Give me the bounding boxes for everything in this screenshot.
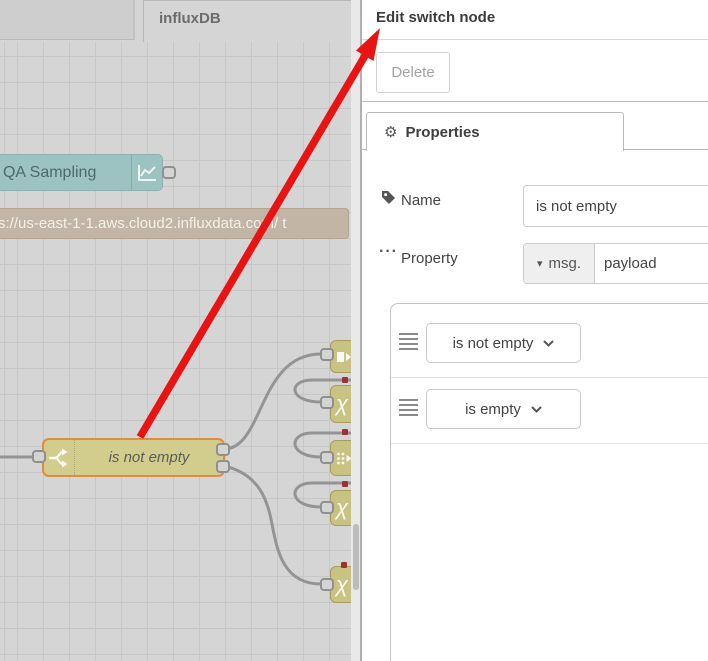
tab-label: influxDB: [159, 10, 221, 27]
tab-label: Properties: [405, 123, 480, 141]
switch-output-port-1[interactable]: [216, 443, 230, 456]
property-type-label: msg.: [548, 255, 582, 272]
tag-icon: [382, 191, 395, 204]
node-error-marker: [341, 562, 347, 568]
rule-divider: [391, 443, 708, 444]
side-node-5-input-port[interactable]: [320, 578, 334, 591]
scrollbar-thumb[interactable]: [352, 524, 359, 590]
tab-properties[interactable]: ⚙ Properties: [366, 112, 624, 151]
tray-header: Edit switch node: [362, 0, 708, 40]
node-error-marker: [342, 481, 348, 487]
rules-container: is not empty is empty: [390, 303, 708, 661]
node-influxdb[interactable]: s://us-east-1-1.aws.cloud2.influxdata.co…: [0, 208, 349, 239]
tray-title: Edit switch node: [376, 9, 496, 26]
property-typed-input: ▾ msg. payload: [523, 243, 708, 284]
rule-1-operator-select[interactable]: is not empty: [426, 323, 581, 363]
switch-input-port[interactable]: [32, 450, 46, 463]
chevron-down-icon: [543, 339, 555, 347]
workspace-tabbar: influxDB: [0, 0, 351, 42]
canvas-vertical-scrollbar[interactable]: [351, 0, 360, 661]
side-node-2-input-port[interactable]: [320, 396, 334, 409]
line-chart-icon: [131, 155, 162, 190]
switch-icon: [44, 440, 75, 475]
node-error-marker: [342, 377, 348, 383]
node-qa-sampling[interactable]: e QA Sampling: [0, 154, 163, 191]
chi-icon: χ: [336, 391, 349, 416]
node-label: s://us-east-1-1.aws.cloud2.influxdata.co…: [0, 215, 287, 232]
caret-down-icon: ▾: [536, 258, 543, 270]
chi-icon: χ: [336, 571, 349, 597]
rule-operator-label: is empty: [465, 400, 521, 418]
chi-icon: χ: [336, 495, 349, 520]
node-label: e QA Sampling: [0, 163, 97, 181]
gear-icon: ⚙: [384, 124, 398, 141]
side-node-1-input-port[interactable]: [320, 348, 334, 361]
drag-handle-icon[interactable]: [399, 333, 418, 353]
qa-sampling-output-port[interactable]: [162, 166, 176, 179]
node-switch-selected[interactable]: is not empty: [42, 438, 225, 477]
node-label: is not empty: [108, 449, 190, 466]
rule-operator-label: is not empty: [452, 334, 534, 352]
ellipsis-icon: ···: [379, 243, 398, 260]
canvas-grid: [0, 42, 351, 661]
name-input[interactable]: [523, 185, 708, 227]
edit-tray: Edit switch node Delete ⚙ Properties Nam…: [360, 0, 708, 661]
side-node-4-input-port[interactable]: [320, 501, 334, 514]
property-type-button[interactable]: ▾ msg.: [524, 244, 595, 283]
flow-canvas[interactable]: influxDB e QA Sampling s://us-east-1-1.a…: [0, 0, 351, 661]
node-red-editor: influxDB e QA Sampling s://us-east-1-1.a…: [0, 0, 708, 661]
tray-toolbar: Delete: [362, 41, 708, 102]
rule-divider: [391, 377, 708, 378]
workspace-tab-influxdb[interactable]: influxDB: [143, 0, 351, 42]
chevron-down-icon: [531, 405, 542, 413]
delete-button[interactable]: Delete: [376, 52, 450, 93]
property-field-label: Property: [401, 250, 458, 267]
switch-output-port-2[interactable]: [216, 460, 230, 473]
box-arrow-icon: [337, 351, 351, 362]
name-field-label: Name: [401, 192, 442, 209]
side-node-3-input-port[interactable]: [320, 451, 334, 464]
drag-handle-icon[interactable]: [399, 399, 418, 419]
rule-2-operator-select[interactable]: is empty: [426, 389, 581, 429]
dots-arrow-icon: [337, 452, 351, 464]
workspace-tab-unlabeled[interactable]: [0, 0, 135, 40]
node-error-marker: [342, 429, 348, 435]
property-value-input[interactable]: payload: [595, 244, 708, 283]
